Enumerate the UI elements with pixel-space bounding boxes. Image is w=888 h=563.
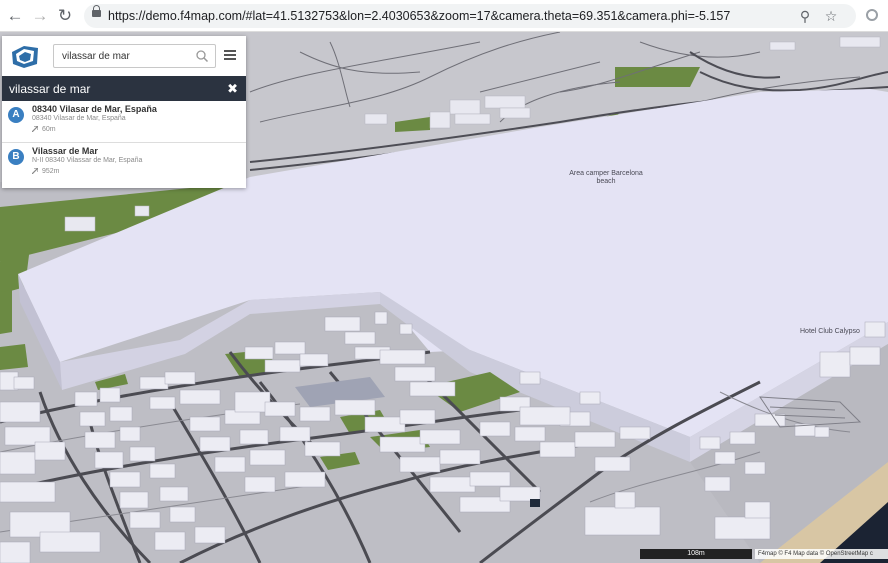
- direction-arrow-icon: [32, 126, 38, 132]
- address-bar[interactable]: https://demo.f4map.com/#lat=41.5132753&l…: [84, 4, 856, 28]
- map-label-line: beach: [596, 178, 616, 185]
- result-title[interactable]: 08340 Vilasar de Mar, España: [32, 104, 157, 114]
- map-label-area-camper: Area camper Barcelona beach: [558, 170, 654, 186]
- f4map-logo-icon[interactable]: [10, 42, 40, 70]
- lock-icon: [92, 5, 101, 17]
- map-attribution[interactable]: F4map © F4 Map data © OpenStreetMap c: [755, 549, 888, 559]
- marker-b-icon: B: [8, 149, 24, 165]
- search-input[interactable]: [62, 48, 192, 64]
- hamburger-menu-icon[interactable]: [224, 50, 236, 60]
- map-label-hotel: Hotel Club Calypso: [800, 328, 860, 335]
- url-text[interactable]: https://demo.f4map.com/#lat=41.5132753&l…: [108, 9, 730, 23]
- result-address: N-II 08340 Vilassar de Mar, España: [32, 157, 143, 164]
- result-distance: 952m: [32, 168, 60, 175]
- browser-toolbar: ← → ↻ https://demo.f4map.com/#lat=41.513…: [0, 0, 888, 32]
- forward-icon[interactable]: →: [30, 6, 50, 26]
- search-field[interactable]: [53, 44, 216, 68]
- search-result-a[interactable]: A 08340 Vilasar de Mar, España 08340 Vil…: [2, 101, 246, 143]
- results-query: vilassar de mar: [9, 82, 91, 96]
- extension-icon[interactable]: [866, 9, 878, 21]
- map-label-line: Area camper Barcelona: [569, 170, 643, 177]
- result-distance-value: 952m: [42, 168, 60, 175]
- search-icon[interactable]: [195, 49, 209, 63]
- close-icon[interactable]: ✖: [227, 81, 238, 97]
- result-distance-value: 60m: [42, 126, 56, 133]
- scale-bar: 108m: [640, 549, 752, 559]
- result-title[interactable]: Vilassar de Mar: [32, 146, 98, 156]
- magnifier-icon[interactable]: ⚲: [796, 7, 814, 25]
- result-distance: 60m: [32, 126, 56, 133]
- panel-top-bar: [2, 36, 246, 76]
- reload-icon[interactable]: ↻: [55, 6, 75, 26]
- search-result-b[interactable]: B Vilassar de Mar N-II 08340 Vilassar de…: [2, 143, 246, 188]
- results-header: vilassar de mar ✖: [2, 76, 246, 101]
- star-icon[interactable]: ☆: [822, 7, 840, 25]
- back-icon[interactable]: ←: [5, 6, 25, 26]
- result-address: 08340 Vilasar de Mar, España: [32, 115, 126, 122]
- direction-arrow-icon: [32, 168, 38, 174]
- search-panel: vilassar de mar ✖ A 08340 Vilasar de Mar…: [2, 36, 246, 188]
- marker-a-icon: A: [8, 107, 24, 123]
